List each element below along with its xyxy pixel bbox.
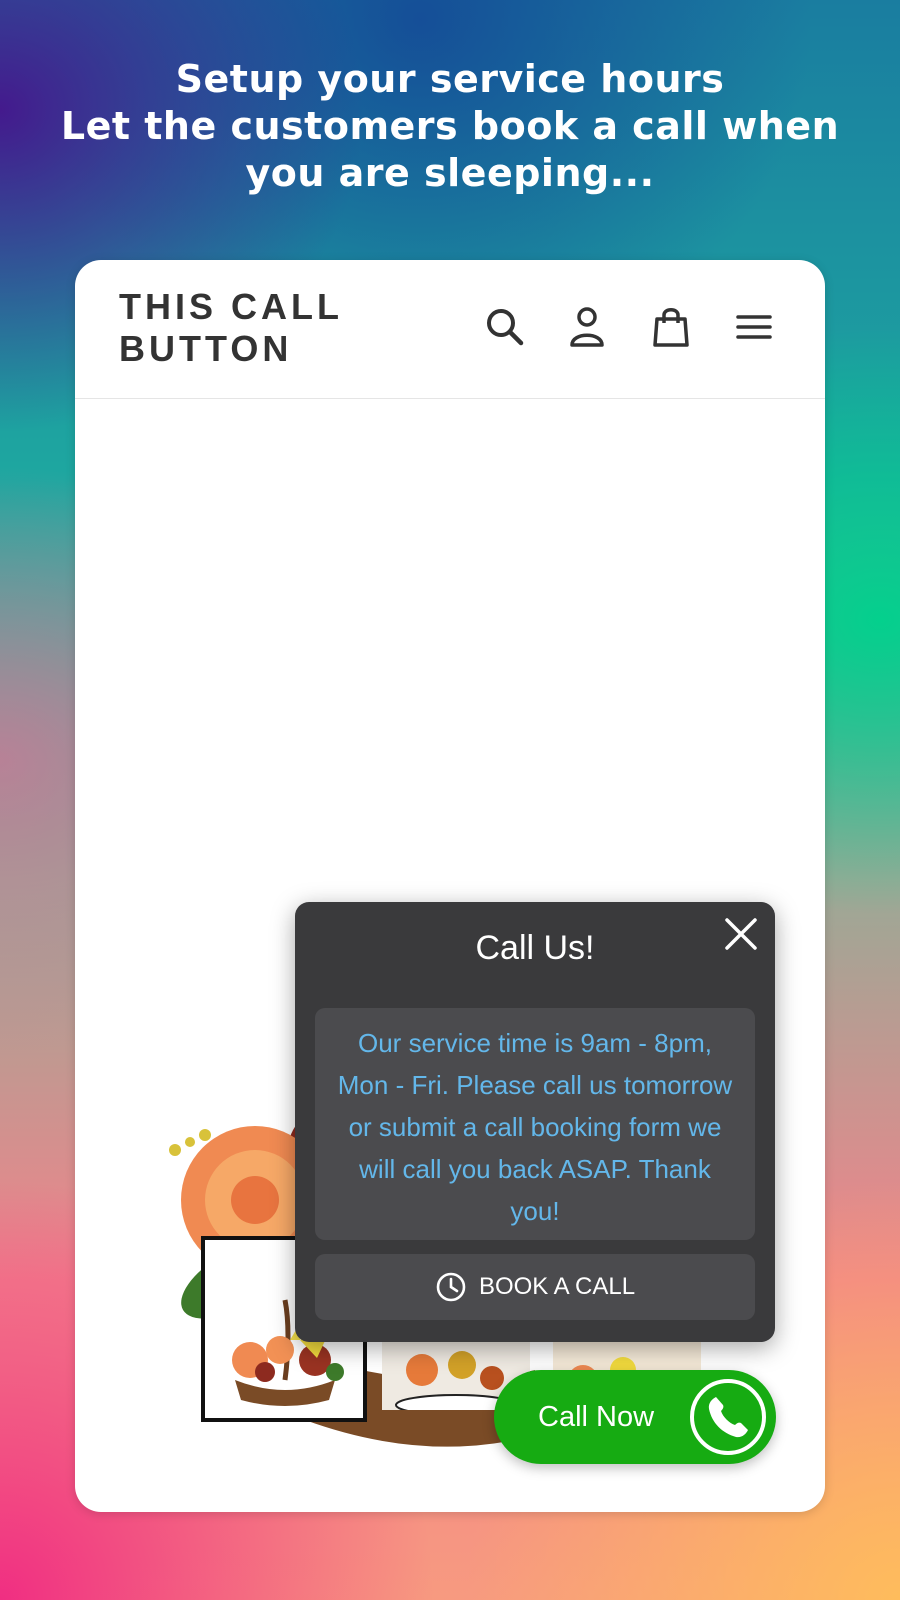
service-hours-message: Our service time is 9am - 8pm, Mon - Fri… xyxy=(315,1008,755,1240)
brand-line-1: THIS CALL xyxy=(119,286,343,327)
close-icon[interactable] xyxy=(721,914,761,954)
store-header: THIS CALL BUTTON xyxy=(75,260,825,399)
popup-title: Call Us! xyxy=(475,929,595,967)
book-a-call-button[interactable]: BOOK A CALL xyxy=(315,1254,755,1320)
store-logo[interactable]: THIS CALL BUTTON xyxy=(119,286,419,370)
cart-icon[interactable] xyxy=(649,305,693,349)
headline-line-2: Let the customers book a call when xyxy=(60,104,840,148)
clock-icon xyxy=(436,1272,466,1302)
call-now-label: Call Now xyxy=(538,1401,655,1433)
phone-icon xyxy=(688,1377,768,1457)
headline-line-1: Setup your service hours xyxy=(175,57,725,101)
headline-line-3: you are sleeping... xyxy=(245,151,655,195)
search-icon[interactable] xyxy=(483,305,527,349)
call-now-button[interactable]: Call Now xyxy=(494,1370,776,1464)
account-icon[interactable] xyxy=(565,305,609,349)
menu-icon[interactable] xyxy=(732,305,776,349)
call-us-popup: Call Us! Our service time is 9am - 8pm, … xyxy=(295,902,775,1342)
brand-line-2: BUTTON xyxy=(119,328,293,369)
promo-headline: Setup your service hours Let the custome… xyxy=(0,56,900,197)
book-a-call-label: BOOK A CALL xyxy=(478,1273,636,1300)
